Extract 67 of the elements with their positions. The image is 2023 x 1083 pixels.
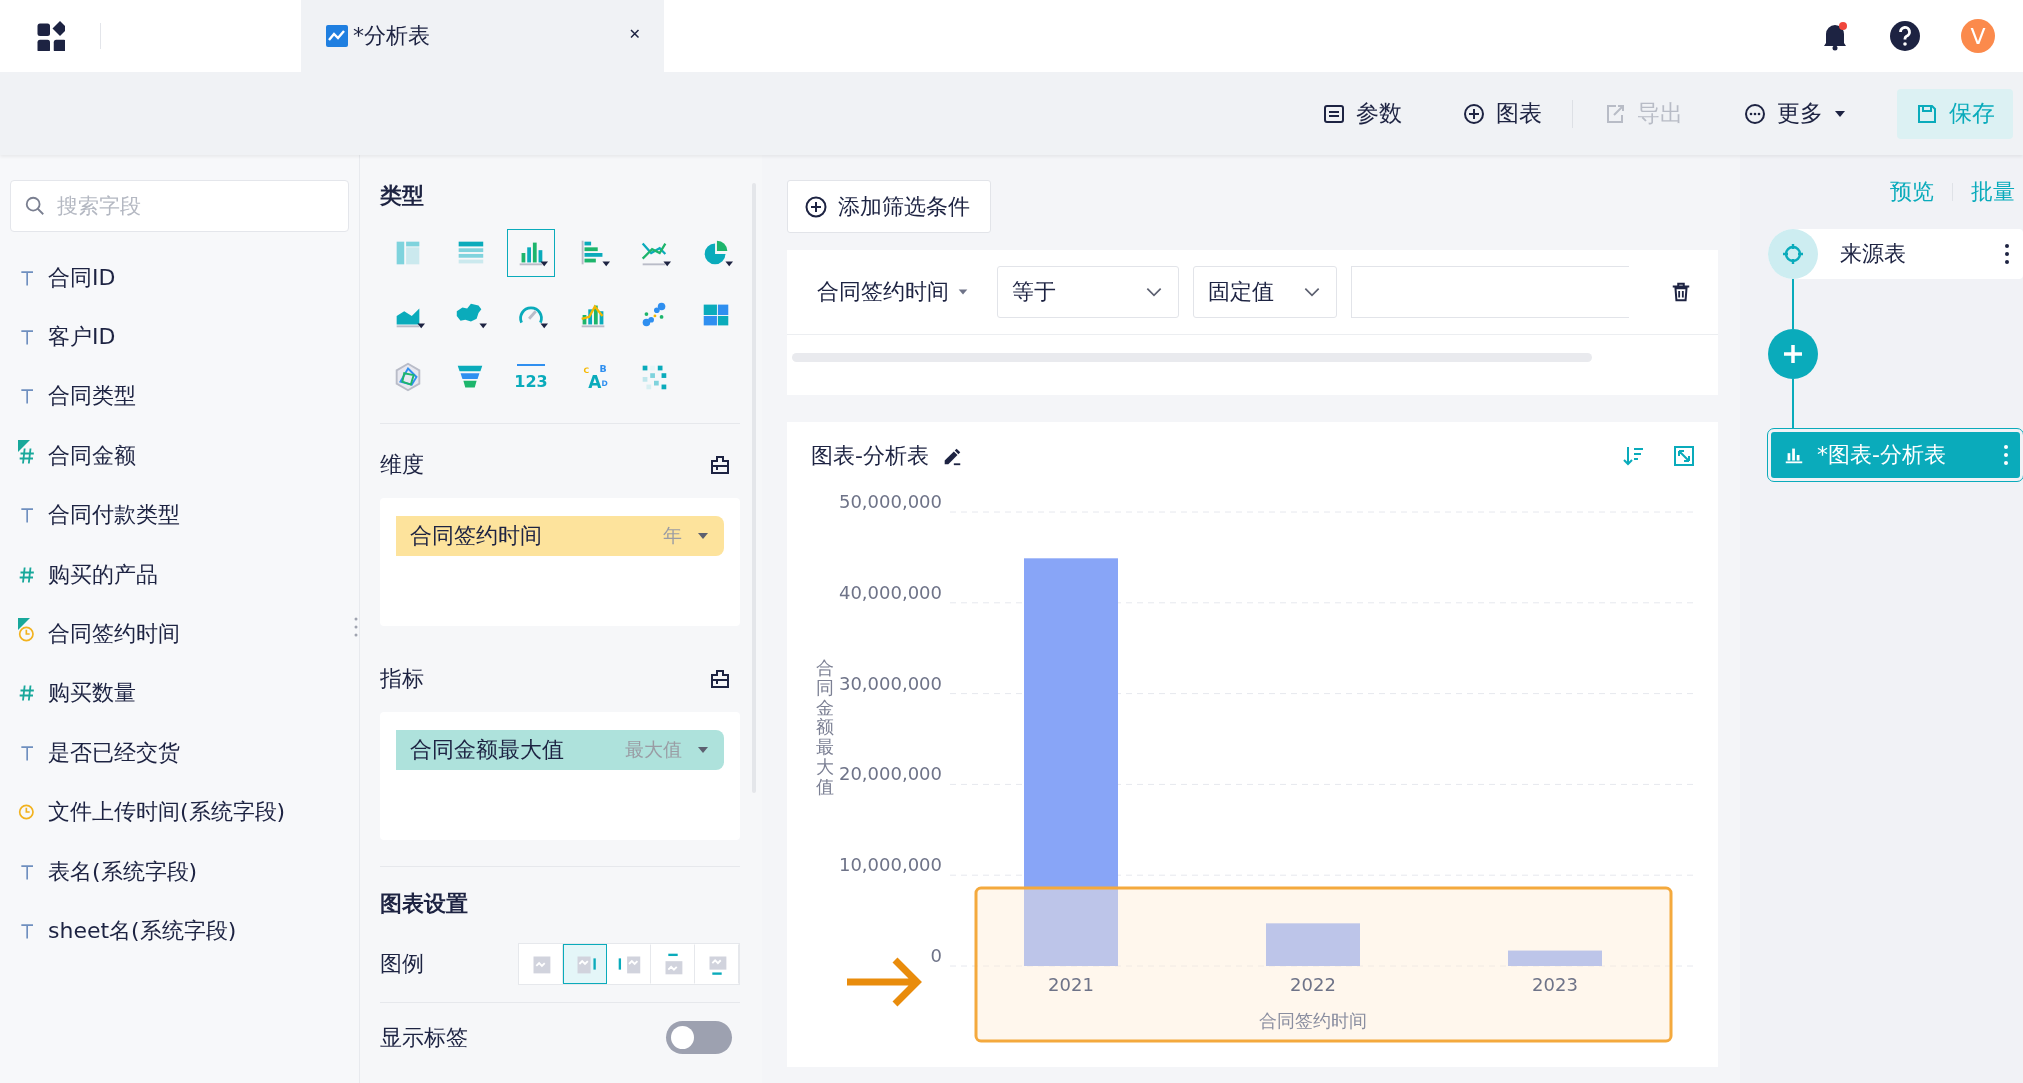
add-icon [1462, 101, 1486, 126]
section-title: 图表设置 [380, 890, 469, 918]
plus-icon [1781, 342, 1805, 366]
field-name[interactable]: 购买的产品 [48, 559, 158, 590]
field-name[interactable]: 是否已经交货 [48, 737, 180, 768]
axis-tick-label: 2023 [1532, 974, 1578, 995]
axis-tick-label: 10,000,000 [838, 854, 942, 876]
add-filter-button[interactable]: 添加筛选条件 [787, 180, 991, 233]
operator-select[interactable]: 等于 [997, 266, 1179, 318]
bell-icon[interactable] [1821, 21, 1849, 51]
field-name[interactable]: 合同付款类型 [48, 500, 180, 531]
field-name[interactable]: 合同签约时间 [48, 619, 180, 650]
add-icon [804, 194, 828, 219]
tab-title: *分析表 [353, 22, 431, 50]
field-name[interactable]: 合同类型 [48, 381, 136, 412]
toggle-switch[interactable] [665, 1021, 732, 1054]
drop-zone[interactable]: 合同签约时间 年 [380, 498, 740, 626]
field-dropdown[interactable]: 合同签约时间 [817, 277, 969, 307]
axis-title: 合同签约时间 [1259, 1010, 1367, 1031]
trash-icon[interactable] [1670, 280, 1692, 304]
axis-tick-label: 2021 [1048, 974, 1094, 995]
axis-title: 合同金额最大值 [816, 658, 834, 797]
search-icon [24, 195, 46, 217]
section-title: 维度 [380, 451, 424, 479]
axis-tick-label: 30,000,000 [838, 672, 942, 694]
value-type-select[interactable]: 固定值 [1193, 266, 1337, 318]
node-label: *图表-分析表 [1817, 441, 1947, 469]
more-icon [1743, 101, 1767, 126]
field-name[interactable]: 合同金额 [48, 440, 136, 471]
apps-icon[interactable] [35, 21, 65, 51]
axis-tick-label: 40,000,000 [838, 581, 942, 603]
section-title: 类型 [380, 182, 425, 210]
field-name[interactable]: 文件上传时间(系统字段) [48, 797, 286, 828]
target-icon [1781, 242, 1805, 266]
axis-tick-label: 50,000,000 [838, 491, 942, 512]
toolbar-button[interactable]: 更多 [1713, 88, 1877, 139]
field-pill[interactable]: 合同签约时间 年 [396, 516, 724, 556]
chart-icon [325, 24, 349, 48]
node-label: 来源表 [1840, 240, 1907, 268]
search-field[interactable]: 搜索字段 [10, 180, 349, 232]
field-name[interactable]: 合同ID [48, 262, 116, 293]
legend-option[interactable] [562, 944, 607, 984]
sort-icon[interactable] [1622, 444, 1646, 468]
toolbar-button[interactable]: 参数 [1292, 88, 1432, 139]
value-input[interactable] [1351, 266, 1629, 318]
section-title: 指标 [380, 665, 424, 693]
axis-tick-label: 0 [930, 945, 942, 966]
axis-tick-label: 20,000,000 [838, 763, 942, 785]
axis-tick-label: 2022 [1290, 974, 1336, 995]
setting-label: 显示标签 [380, 1023, 468, 1052]
drop-zone[interactable]: 合同金额最大值 最大值 [380, 712, 740, 840]
chart-title: 图表-分析表 [811, 442, 929, 470]
expand-icon[interactable] [1672, 444, 1696, 468]
setting-label: 图例 [380, 950, 424, 978]
resize-handle[interactable] [353, 615, 359, 639]
kebab-menu-icon[interactable] [2003, 242, 2011, 266]
field-name[interactable]: 表名(系统字段) [48, 856, 198, 887]
field-name[interactable]: 客户ID [48, 322, 116, 353]
add-node-button[interactable] [1768, 329, 1818, 379]
field-name[interactable]: sheet名(系统字段) [48, 916, 237, 946]
chart-type-option[interactable] [507, 229, 555, 277]
field-pill[interactable]: 合同金额最大值 最大值 [396, 730, 724, 770]
help-icon[interactable] [1889, 20, 1921, 52]
document-tab[interactable]: *分析表 [301, 0, 664, 72]
toolbar-button[interactable]: 图表 [1432, 88, 1572, 139]
flow-node[interactable]: 来源表 [1768, 229, 2023, 279]
field-name[interactable]: 购买数量 [48, 678, 136, 709]
